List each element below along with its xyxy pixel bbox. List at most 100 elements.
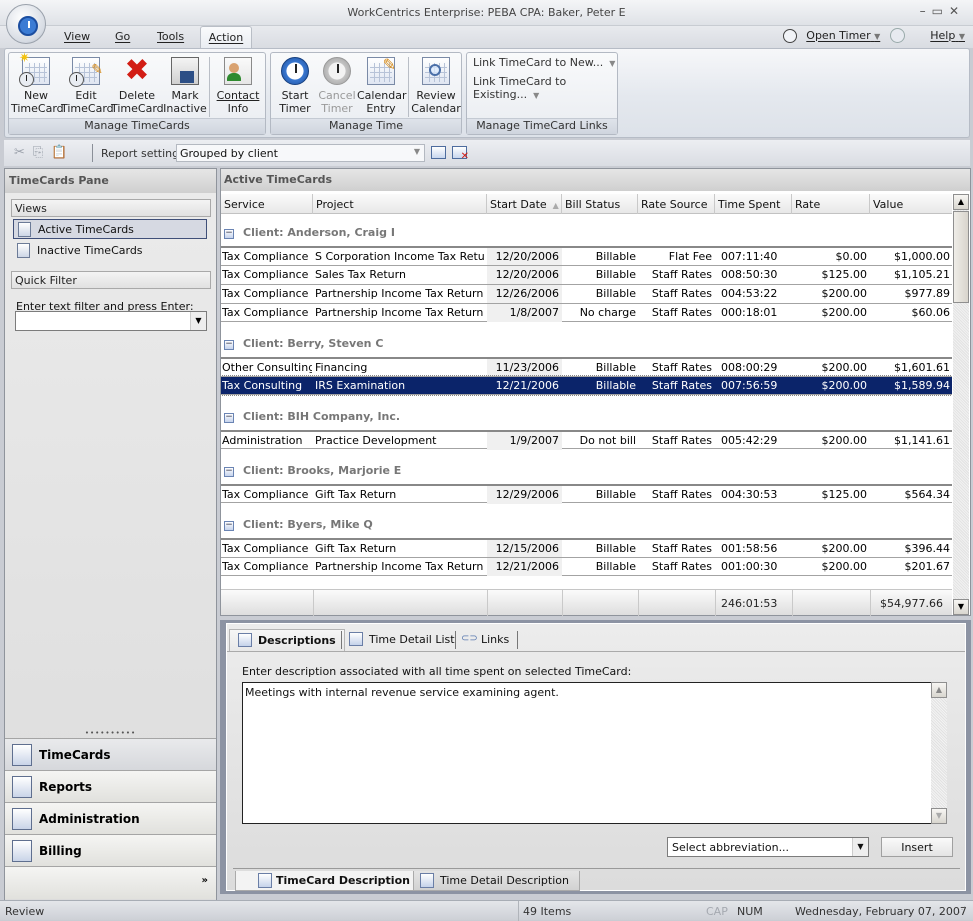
abbreviation-select[interactable]: Select abbreviation... ▼ <box>667 837 869 857</box>
column-rate-source[interactable]: Rate Source <box>638 194 715 214</box>
column-time-spent[interactable]: Time Spent <box>715 194 792 214</box>
insert-button[interactable]: Insert <box>881 837 953 857</box>
table-row[interactable]: Tax Compliance Partnership Income Tax Ret… <box>221 557 952 576</box>
collapse-group-icon[interactable]: − <box>224 340 234 350</box>
report-settings-select[interactable]: Grouped by client ▼ <box>176 144 425 162</box>
collapse-group-icon[interactable]: − <box>224 413 234 423</box>
column-value[interactable]: Value <box>870 194 952 214</box>
start-timer-button[interactable]: Start Timer <box>273 57 317 115</box>
table-row[interactable]: Tax Compliance Sales Tax Return 12/20/2006… <box>221 265 952 284</box>
timer-popout-icon[interactable] <box>889 28 905 43</box>
contact-info-label-2: Info <box>227 102 249 115</box>
scroll-down-button[interactable]: ▼ <box>953 599 969 615</box>
collapse-group-icon[interactable]: − <box>224 229 234 239</box>
edit-timecard-button[interactable]: ✎ Edit TimeCard <box>61 57 114 115</box>
column-service[interactable]: Service <box>221 194 313 214</box>
app-menu-button[interactable] <box>6 4 46 44</box>
resize-grip-icon[interactable]: ⋰ <box>958 905 966 914</box>
cell-time-spent: 001:58:56 <box>721 542 778 555</box>
table-row[interactable]: Tax Compliance Partnership Income Tax Ret… <box>221 284 952 303</box>
tab-time-detail-list[interactable]: Time Detail List <box>341 629 463 651</box>
view-inactive-timecards[interactable]: Inactive TimeCards <box>13 241 207 261</box>
quick-filter-input[interactable]: ▼ <box>15 311 207 331</box>
pane-splitter-handle[interactable]: •••••••••• <box>5 730 216 737</box>
mark-inactive-button[interactable]: Mark Inactive <box>163 57 207 115</box>
column-project[interactable]: Project <box>313 194 487 214</box>
nav-more-button[interactable]: » <box>5 866 216 899</box>
open-timer-button[interactable]: Open Timer ▼ <box>806 29 880 42</box>
review-calendar-button[interactable]: Review Calendar <box>411 57 461 115</box>
cell-bill-status: Do not bill <box>579 434 636 447</box>
table-row[interactable]: Tax Compliance S Corporation Income Tax R… <box>221 246 952 266</box>
nav-billing[interactable]: Billing <box>5 834 216 866</box>
close-icon[interactable]: ✕ <box>949 4 965 18</box>
column-start-date[interactable]: Start Date ▲ <box>487 194 562 214</box>
cell-rate: $125.00 <box>821 488 868 501</box>
cancel-timer-button[interactable]: Cancel Timer <box>317 57 357 115</box>
column-label: Rate Source <box>641 198 708 211</box>
column-rate[interactable]: Rate <box>792 194 870 214</box>
grid-vertical-scrollbar[interactable]: ▲ ▼ <box>953 194 969 615</box>
calendar-entry-button[interactable]: ✎ Calendar Entry <box>357 57 406 116</box>
nav-administration[interactable]: Administration <box>5 802 216 834</box>
cancel-timer-label: Cancel <box>318 89 356 102</box>
view-active-timecards[interactable]: Active TimeCards <box>13 219 207 239</box>
tab-links[interactable]: ⊂⊃ Links <box>455 629 517 651</box>
table-row[interactable]: Administration Practice Development 1/9/20… <box>221 430 952 450</box>
maximize-icon[interactable]: ▭ <box>932 4 949 18</box>
collapse-group-icon[interactable]: − <box>224 467 234 477</box>
cell-service: Tax Compliance <box>222 287 309 300</box>
client-group-header[interactable]: − Client: BIH Company, Inc. <box>221 410 952 426</box>
cell-rate-source: Flat Fee <box>668 250 712 263</box>
scroll-up-button[interactable]: ▲ <box>931 682 947 698</box>
help-menu[interactable]: Help ▼ <box>930 29 965 42</box>
save-report-settings-icon[interactable] <box>431 146 446 159</box>
menu-view[interactable]: View <box>64 30 90 43</box>
cell-project: S Corporation Income Tax Return <box>315 250 485 263</box>
cell-start-date: 12/15/2006 <box>495 542 559 555</box>
totals-divider <box>487 590 488 616</box>
column-bill-status[interactable]: Bill Status <box>562 194 638 214</box>
scroll-up-button[interactable]: ▲ <box>953 194 969 210</box>
scroll-down-button[interactable]: ▼ <box>931 808 947 824</box>
cell-project: Partnership Income Tax Return <box>315 306 484 319</box>
client-group-header[interactable]: − Client: Byers, Mike Q <box>221 518 952 534</box>
scroll-thumb[interactable] <box>953 211 969 303</box>
minimize-icon[interactable]: – <box>920 4 932 18</box>
table-row[interactable]: Tax Compliance Partnership Income Tax Ret… <box>221 303 952 322</box>
tab-timecard-description[interactable]: TimeCard Description <box>235 871 421 891</box>
tab-time-detail-description[interactable]: Time Detail Description <box>413 871 580 891</box>
client-group-header[interactable]: − Client: Berry, Steven C <box>221 337 952 353</box>
link-to-existing-button[interactable]: Link TimeCard to Existing... ▼ <box>473 75 617 101</box>
paste-icon[interactable]: 📋 <box>51 145 75 160</box>
abbreviation-placeholder: Select abbreviation... <box>672 841 790 854</box>
new-timecard-button[interactable]: ✷ New TimeCard <box>11 52 64 115</box>
chevron-down-icon: ▼ <box>958 31 965 41</box>
link-to-new-button[interactable]: Link TimeCard to New... ▼ <box>473 56 615 69</box>
description-textarea[interactable]: Meetings with internal revenue service e… <box>242 682 932 824</box>
chevron-down-icon: ▼ <box>609 59 616 68</box>
table-row[interactable]: Other Consulting Financing 11/23/2006 Billa… <box>221 357 952 377</box>
menu-go[interactable]: Go <box>115 30 130 43</box>
cell-start-date: 12/21/2006 <box>495 560 559 573</box>
nav-timecards[interactable]: TimeCards <box>5 738 216 770</box>
collapse-group-icon[interactable]: − <box>224 521 234 531</box>
contact-info-button[interactable]: Contact Info <box>213 57 263 115</box>
clock-icon <box>782 28 797 43</box>
tab-descriptions[interactable]: Descriptions <box>229 629 345 651</box>
table-row[interactable]: Tax Compliance Gift Tax Return 12/29/2006 B… <box>221 484 952 504</box>
menu-action-tab[interactable]: Action <box>200 26 252 48</box>
table-row[interactable]: Tax Compliance Gift Tax Return 12/15/2006 B… <box>221 538 952 558</box>
client-group-header[interactable]: − Client: Brooks, Marjorie E <box>221 464 952 480</box>
delete-timecard-button[interactable]: ✖ Delete TimeCard <box>111 56 164 116</box>
delete-report-settings-icon[interactable]: ✕ <box>452 146 469 162</box>
chevron-down-icon[interactable]: ▼ <box>190 312 206 330</box>
cell-start-date: 12/21/2006 <box>495 379 559 392</box>
description-scrollbar[interactable]: ▲ ▼ <box>931 682 947 824</box>
menu-tools[interactable]: Tools <box>157 30 184 43</box>
table-row[interactable]: Tax Consulting IRS Examination 12/21/2006 B… <box>221 375 952 396</box>
copy-icon[interactable]: ⎘ <box>33 145 51 160</box>
cut-icon[interactable]: ✂ <box>14 145 33 160</box>
client-group-header[interactable]: − Client: Anderson, Craig I <box>221 226 952 242</box>
nav-reports[interactable]: Reports <box>5 770 216 802</box>
